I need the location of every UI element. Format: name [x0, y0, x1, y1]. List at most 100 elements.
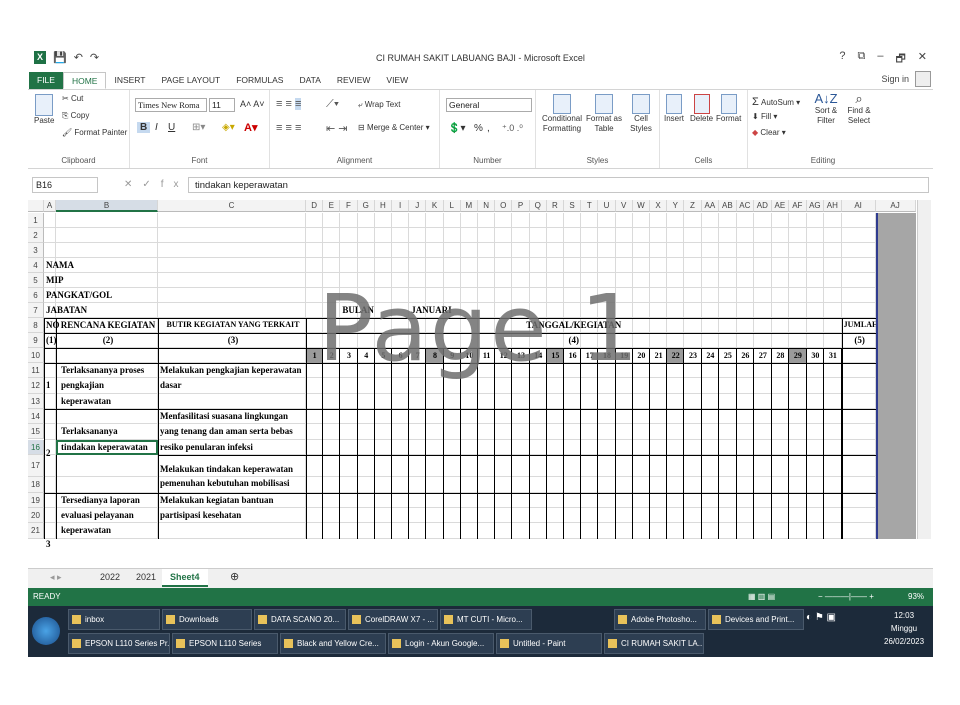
currency-icon[interactable]: 💲▾	[448, 123, 465, 134]
cell-mip[interactable]: MIP	[46, 275, 64, 285]
view-buttons-icon[interactable]: ▦ ▥ ▤	[748, 588, 775, 606]
cell-r19c[interactable]: Melakukan kegiatan bantuan	[160, 495, 306, 505]
fill-button[interactable]: ⬇ Fill ▾	[752, 112, 777, 121]
day-25[interactable]: 25	[719, 348, 737, 363]
cell-h3[interactable]: (3)	[160, 335, 306, 345]
column-header-r[interactable]: R	[546, 200, 564, 212]
cell-jumlah[interactable]: JUMLAH	[844, 320, 879, 329]
clear-button[interactable]: ◆ Clear ▾	[752, 128, 786, 137]
delete-cells-button[interactable]: Delete	[690, 94, 713, 123]
column-header-ac[interactable]: AC	[736, 200, 755, 212]
selected-cell-b16[interactable]	[56, 439, 158, 455]
tab-page-layout[interactable]: PAGE LAYOUT	[153, 72, 228, 89]
sheet-tab-2022[interactable]: 2022	[92, 569, 128, 587]
cell-n2[interactable]: 2	[46, 448, 51, 458]
taskbar-item-3[interactable]: CorelDRAW X7 - ...	[348, 609, 438, 630]
row-header-18[interactable]: 18	[28, 476, 44, 493]
day-26[interactable]: 26	[737, 348, 755, 363]
column-header-ae[interactable]: AE	[771, 200, 790, 212]
column-header-u[interactable]: U	[598, 200, 616, 212]
sort-filter-button[interactable]: A↓Z Sort & Filter	[812, 92, 840, 126]
column-header-j[interactable]: J	[409, 200, 427, 212]
row-header-7[interactable]: 7	[28, 303, 44, 318]
format-painter-button[interactable]: 🖌 Format Painter	[62, 128, 127, 137]
row-header-19[interactable]: 19	[28, 492, 44, 509]
column-header-aa[interactable]: AA	[701, 200, 720, 212]
number-format-select[interactable]: General	[446, 98, 532, 112]
column-header-q[interactable]: Q	[529, 200, 547, 212]
indent-icon[interactable]: ⇤ ⇥	[326, 122, 348, 135]
row-header-21[interactable]: 21	[28, 523, 44, 539]
row-header-1[interactable]: 1	[28, 213, 44, 228]
avatar[interactable]	[915, 71, 931, 87]
taskbar-item-row2-3[interactable]: Login - Akun Google...	[388, 633, 494, 654]
cell-r20b[interactable]: evaluasi pelayanan	[58, 510, 134, 520]
cell-h5[interactable]: (5)	[844, 335, 876, 345]
cell-r17c[interactable]: Melakukan tindakan keperawatan	[160, 464, 306, 474]
row-header-20[interactable]: 20	[28, 508, 44, 524]
border-icon[interactable]: ⊞▾	[192, 122, 205, 133]
column-header-ad[interactable]: AD	[754, 200, 772, 212]
column-header-ai[interactable]: AI	[841, 200, 876, 212]
column-header-l[interactable]: L	[443, 200, 461, 212]
close-icon[interactable]: ✕	[918, 50, 927, 69]
cell-n3[interactable]: 3	[46, 539, 51, 549]
cell-h2[interactable]: (2)	[58, 335, 158, 345]
minimize-icon[interactable]: –	[877, 50, 883, 69]
cell-r12b[interactable]: pengkajian	[58, 380, 104, 390]
row-header-3[interactable]: 3	[28, 243, 44, 258]
column-header-d[interactable]: D	[306, 200, 324, 212]
cell-styles-button[interactable]: Cell Styles	[625, 94, 657, 134]
day-23[interactable]: 23	[684, 348, 701, 363]
italic-button[interactable]: I	[155, 122, 158, 133]
tab-review[interactable]: REVIEW	[329, 72, 379, 89]
cell-r15b[interactable]: Terlaksananya	[58, 426, 118, 436]
formula-input[interactable]: tindakan keperawatan	[188, 177, 929, 193]
tab-formulas[interactable]: FORMULAS	[228, 72, 291, 89]
sign-in-link[interactable]: Sign in	[881, 74, 909, 84]
column-header-c[interactable]: C	[158, 200, 306, 212]
cell-rencana[interactable]: RENCANA KEGIATAN	[58, 320, 158, 330]
taskbar-item-row2-4[interactable]: Untitled - Paint	[496, 633, 602, 654]
row-header-11[interactable]: 11	[28, 363, 44, 379]
cell-r16c[interactable]: resiko penularan infeksi	[160, 442, 306, 452]
sheet-scroll-arrows[interactable]: ◂ ▸	[42, 569, 70, 587]
paste-button[interactable]: Paste	[34, 94, 54, 125]
cell-n1[interactable]: 1	[46, 380, 51, 390]
font-name-select[interactable]: Times New Roma	[135, 98, 207, 112]
cell-r11b[interactable]: Terlaksananya proses	[58, 365, 144, 375]
column-header-f[interactable]: F	[340, 200, 358, 212]
vertical-scrollbar[interactable]	[917, 200, 931, 539]
cell-nama[interactable]: NAMA	[46, 260, 74, 270]
column-header-s[interactable]: S	[564, 200, 582, 212]
row-header-2[interactable]: 2	[28, 228, 44, 243]
conditional-formatting-button[interactable]: Conditional Formatting	[541, 94, 583, 134]
column-header-a[interactable]: A	[44, 200, 56, 212]
start-button[interactable]	[32, 617, 60, 645]
day-21[interactable]: 21	[650, 348, 667, 363]
cell-butir[interactable]: BUTIR KEGIATAN YANG TERKAIT	[160, 320, 306, 329]
insert-cells-button[interactable]: Insert	[664, 94, 684, 123]
wrap-text-button[interactable]: ⤶ Wrap Text	[358, 100, 400, 110]
day-30[interactable]: 30	[807, 348, 825, 363]
help-icon[interactable]: ?	[839, 50, 845, 69]
day-31[interactable]: 31	[824, 348, 842, 363]
row-header-17[interactable]: 17	[28, 454, 44, 477]
column-header-p[interactable]: P	[512, 200, 530, 212]
format-cells-button[interactable]: Format	[716, 94, 741, 123]
find-select-button[interactable]: ⌕ Find & Select	[844, 92, 874, 126]
column-header-k[interactable]: K	[426, 200, 444, 212]
taskbar-item-1[interactable]: Downloads	[162, 609, 252, 630]
align-left-icon[interactable]: ≡ ≡ ≡	[276, 122, 301, 134]
day-24[interactable]: 24	[702, 348, 720, 363]
column-header-h[interactable]: H	[374, 200, 392, 212]
cell-r20c[interactable]: partisipasi kesehatan	[160, 510, 306, 520]
tab-view[interactable]: VIEW	[378, 72, 416, 89]
column-header-w[interactable]: W	[632, 200, 650, 212]
taskbar-item-4[interactable]: MT CUTI - Micro...	[440, 609, 532, 630]
cell-r11c[interactable]: Melakukan pengkajian keperawatan	[160, 365, 306, 375]
zoom-level[interactable]: 93%	[908, 588, 924, 606]
taskbar-item-row2-2[interactable]: Black and Yellow Cre...	[280, 633, 386, 654]
corner-cell[interactable]	[28, 200, 44, 212]
tab-data[interactable]: DATA	[291, 72, 328, 89]
